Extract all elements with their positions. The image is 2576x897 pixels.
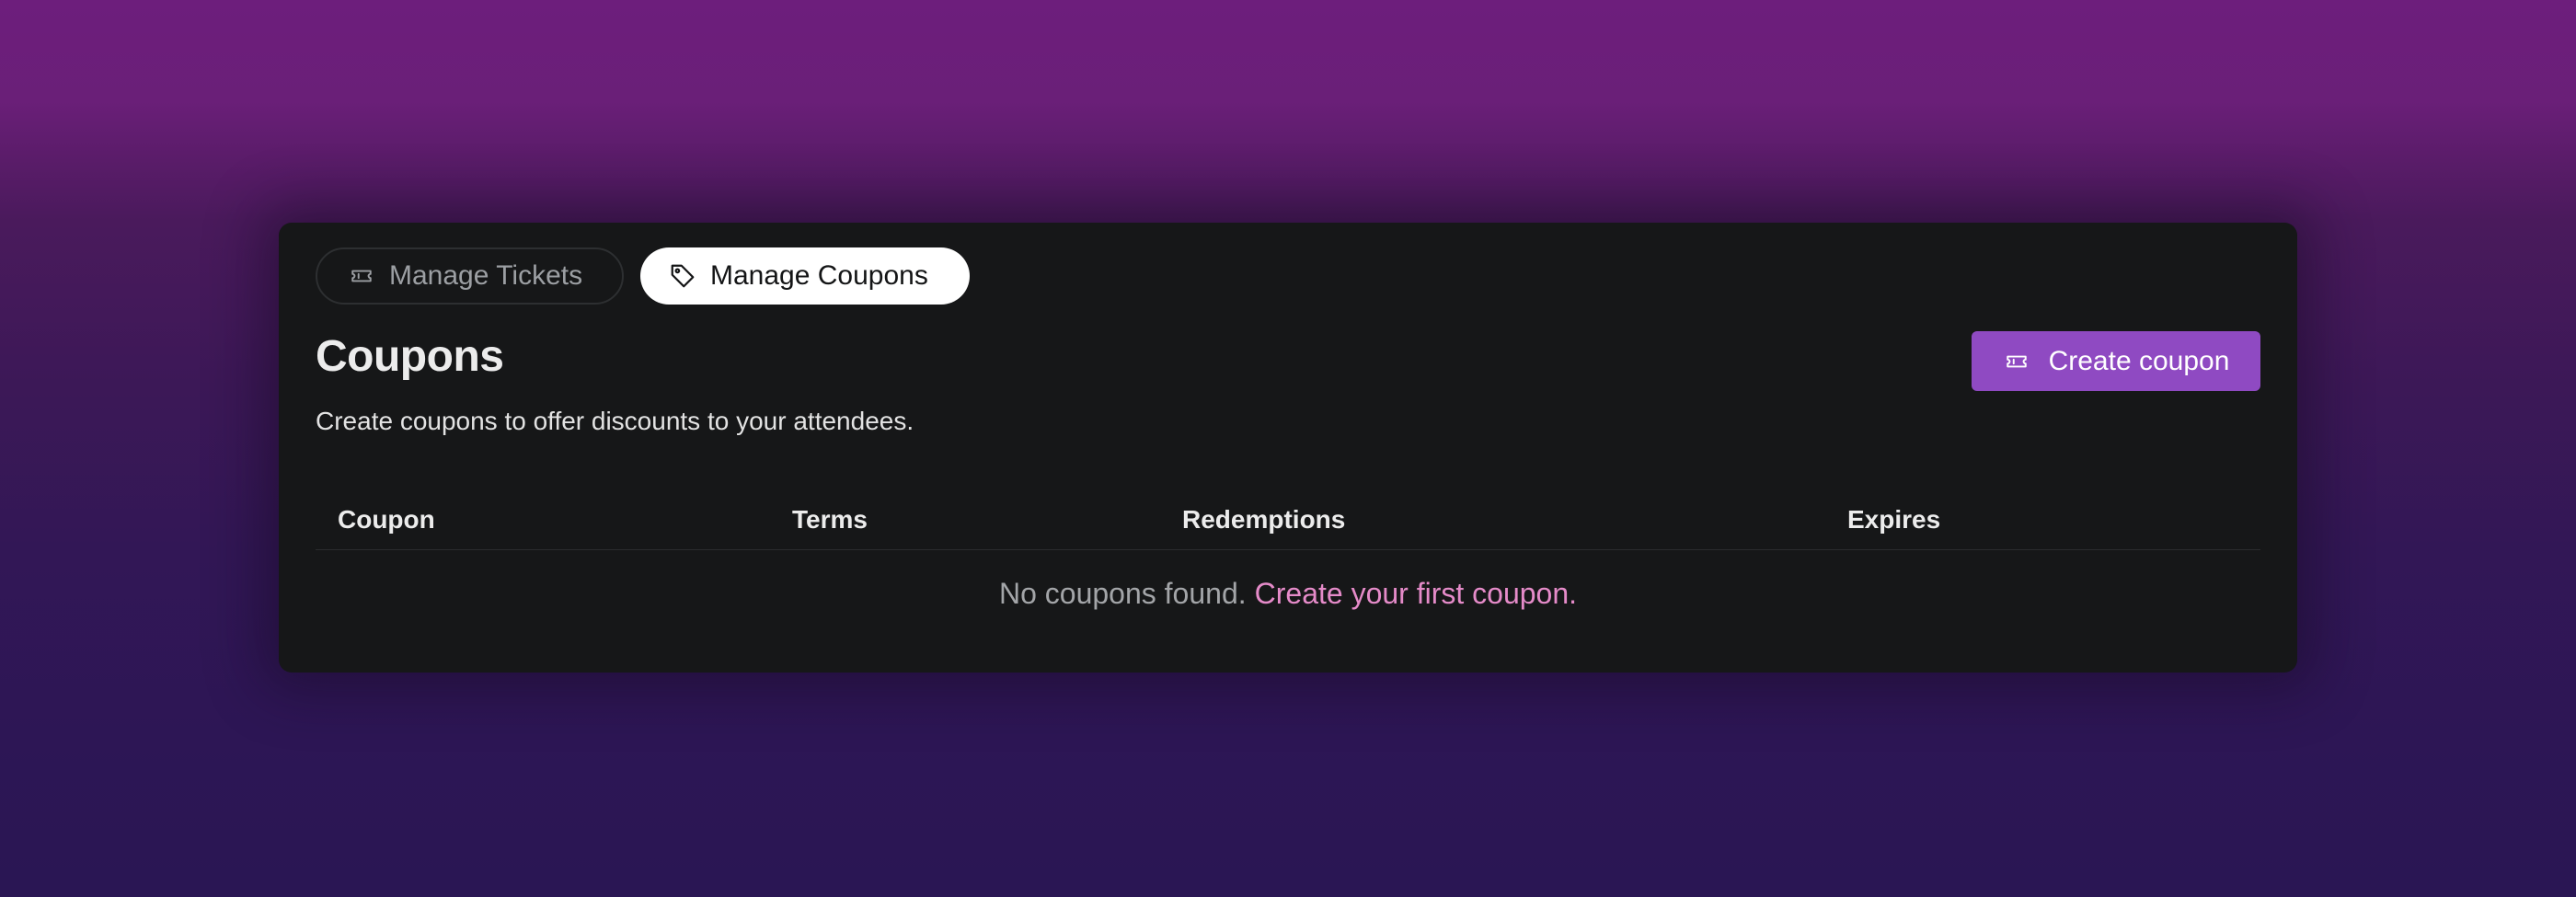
page-title: Coupons [316,332,504,381]
column-header-terms: Terms [792,505,868,534]
column-header-coupon: Coupon [338,505,435,534]
create-coupon-label: Create coupon [2048,345,2230,376]
empty-state: No coupons found. Create your first coup… [316,550,2260,638]
tab-manage-tickets[interactable]: Manage Tickets [316,247,624,305]
coupons-panel: Manage Tickets Manage Coupons Coupons Cr… [279,223,2297,673]
tab-manage-coupons[interactable]: Manage Coupons [640,247,970,305]
column-header-expires: Expires [1847,505,1941,534]
table-header: Coupon Terms Redemptions Expires [316,494,2260,550]
ticket-icon [2003,348,2030,375]
empty-state-text: No coupons found. [998,577,1247,610]
tab-label: Manage Tickets [389,260,583,291]
coupons-table: Coupon Terms Redemptions Expires No coup… [316,494,2260,638]
column-header-redemptions: Redemptions [1182,505,1346,534]
page-subtitle: Create coupons to offer discounts to you… [316,407,914,435]
tab-bar: Manage Tickets Manage Coupons [316,247,970,305]
create-first-coupon-link[interactable]: Create your first coupon. [1255,577,1577,611]
tag-icon [668,261,697,291]
create-coupon-button[interactable]: Create coupon [1972,331,2260,391]
ticket-icon [347,261,376,291]
tab-label: Manage Coupons [710,260,928,291]
